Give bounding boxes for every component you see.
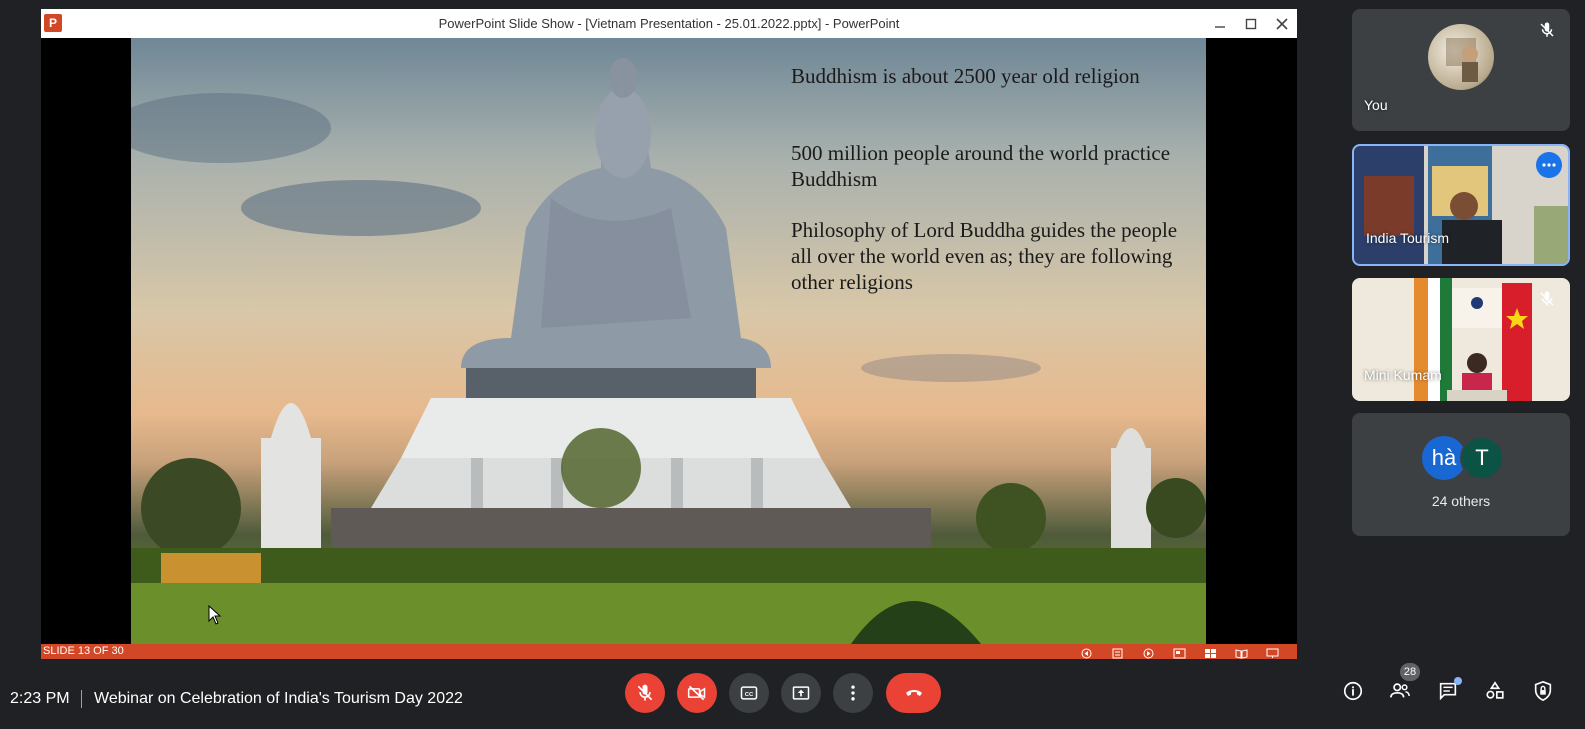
others-avatars: hà T [1422,436,1504,480]
participant-count-badge: 28 [1400,663,1420,681]
minimize-icon [1214,25,1225,28]
present-screen-button[interactable] [781,673,821,713]
slideshow-controls [1080,646,1279,659]
mouse-cursor-icon [208,605,222,625]
previous-icon [1081,648,1092,659]
participant-name: India Tourism [1366,230,1450,246]
slideshow-status-bar: SLIDE 13 OF 30 [41,644,1297,659]
avatar [1428,24,1494,90]
captions-button[interactable]: CC [729,673,769,713]
minimize-button[interactable] [1204,9,1235,38]
present-screen-icon [792,686,810,700]
chat-notification-dot [1454,677,1462,685]
slide-sorter-button[interactable] [1204,646,1217,658]
maximize-button[interactable] [1235,9,1266,38]
microphone-button[interactable] [625,673,665,713]
more-vertical-icon [851,685,855,701]
activities-icon [1486,681,1504,699]
powerpoint-titlebar: P PowerPoint Slide Show - [Vietnam Prese… [41,9,1297,38]
mic-off-icon [1540,291,1554,306]
previous-slide-button[interactable] [1080,646,1093,659]
people-button[interactable] [1387,678,1413,704]
more-horizontal-icon [1542,163,1556,167]
people-icon [1390,683,1410,698]
shield-lock-icon [1534,680,1552,702]
participant-tile-mini-kumam[interactable]: Mini Kumam [1352,278,1570,401]
next-icon [1143,648,1154,659]
others-count-label: 24 others [1431,493,1491,509]
more-options-button[interactable] [1536,152,1562,178]
host-controls-button[interactable] [1530,678,1556,704]
meeting-title: Webinar on Celebration of India's Touris… [94,690,463,707]
buddha-statue-photo [131,58,1206,644]
menu-icon [1112,648,1123,659]
next-slide-button[interactable] [1142,646,1155,659]
participant-tile-you[interactable]: You [1352,9,1570,131]
camera-off-icon [687,685,706,701]
close-button[interactable] [1266,9,1297,38]
slide-sorter-icon [1205,649,1216,658]
mic-off-icon [637,684,653,701]
reading-view-button[interactable] [1235,646,1248,659]
mic-off-icon [1540,22,1554,37]
menu-button[interactable] [1111,646,1124,659]
meeting-controls-bar: 2:23 PM Webinar on Celebration of India'… [0,668,1585,729]
powerpoint-logo-icon: P [44,14,62,32]
hang-up-icon [905,690,922,696]
window-title: PowerPoint Slide Show - [Vietnam Present… [438,16,900,31]
normal-view-icon [1173,648,1186,659]
activities-button[interactable] [1482,678,1508,704]
participant-tile-others[interactable]: hà T 24 others [1352,413,1570,536]
divider [81,690,82,708]
slide-text-1: Buddhism is about 2500 year old religion [791,64,1140,88]
normal-view-button[interactable] [1173,646,1186,659]
participant-tile-india-tourism[interactable]: India Tourism [1352,144,1570,266]
slide-text-3: Philosophy of Lord Buddha guides the peo… [791,218,1178,294]
meeting-details-button[interactable] [1340,678,1366,704]
participant-name: Mini Kumam [1364,367,1442,383]
avatar: T [1460,436,1504,480]
slide-area: Buddhism is about 2500 year old religion… [41,38,1297,644]
leave-call-button[interactable] [886,673,941,713]
close-icon [1275,17,1288,30]
slide-text-2: 500 million people around the world prac… [791,141,1171,191]
avatar-photo [1446,38,1478,82]
more-options-button[interactable] [833,673,873,713]
meeting-time: 2:23 PM [10,690,70,707]
slide-counter: SLIDE 13 OF 30 [43,645,124,657]
camera-button[interactable] [677,673,717,713]
slideshow-view-button[interactable] [1266,646,1279,658]
participant-name: You [1364,97,1388,113]
powerpoint-window: P PowerPoint Slide Show - [Vietnam Prese… [41,9,1297,659]
window-controls [1204,9,1297,38]
closed-captions-icon: CC [740,686,758,700]
svg-text:CC: CC [745,692,754,698]
info-icon [1343,681,1363,701]
maximize-icon [1245,18,1256,29]
slide[interactable]: Buddhism is about 2500 year old religion… [131,38,1206,644]
reading-view-icon [1235,649,1248,659]
slideshow-view-icon [1266,648,1279,658]
